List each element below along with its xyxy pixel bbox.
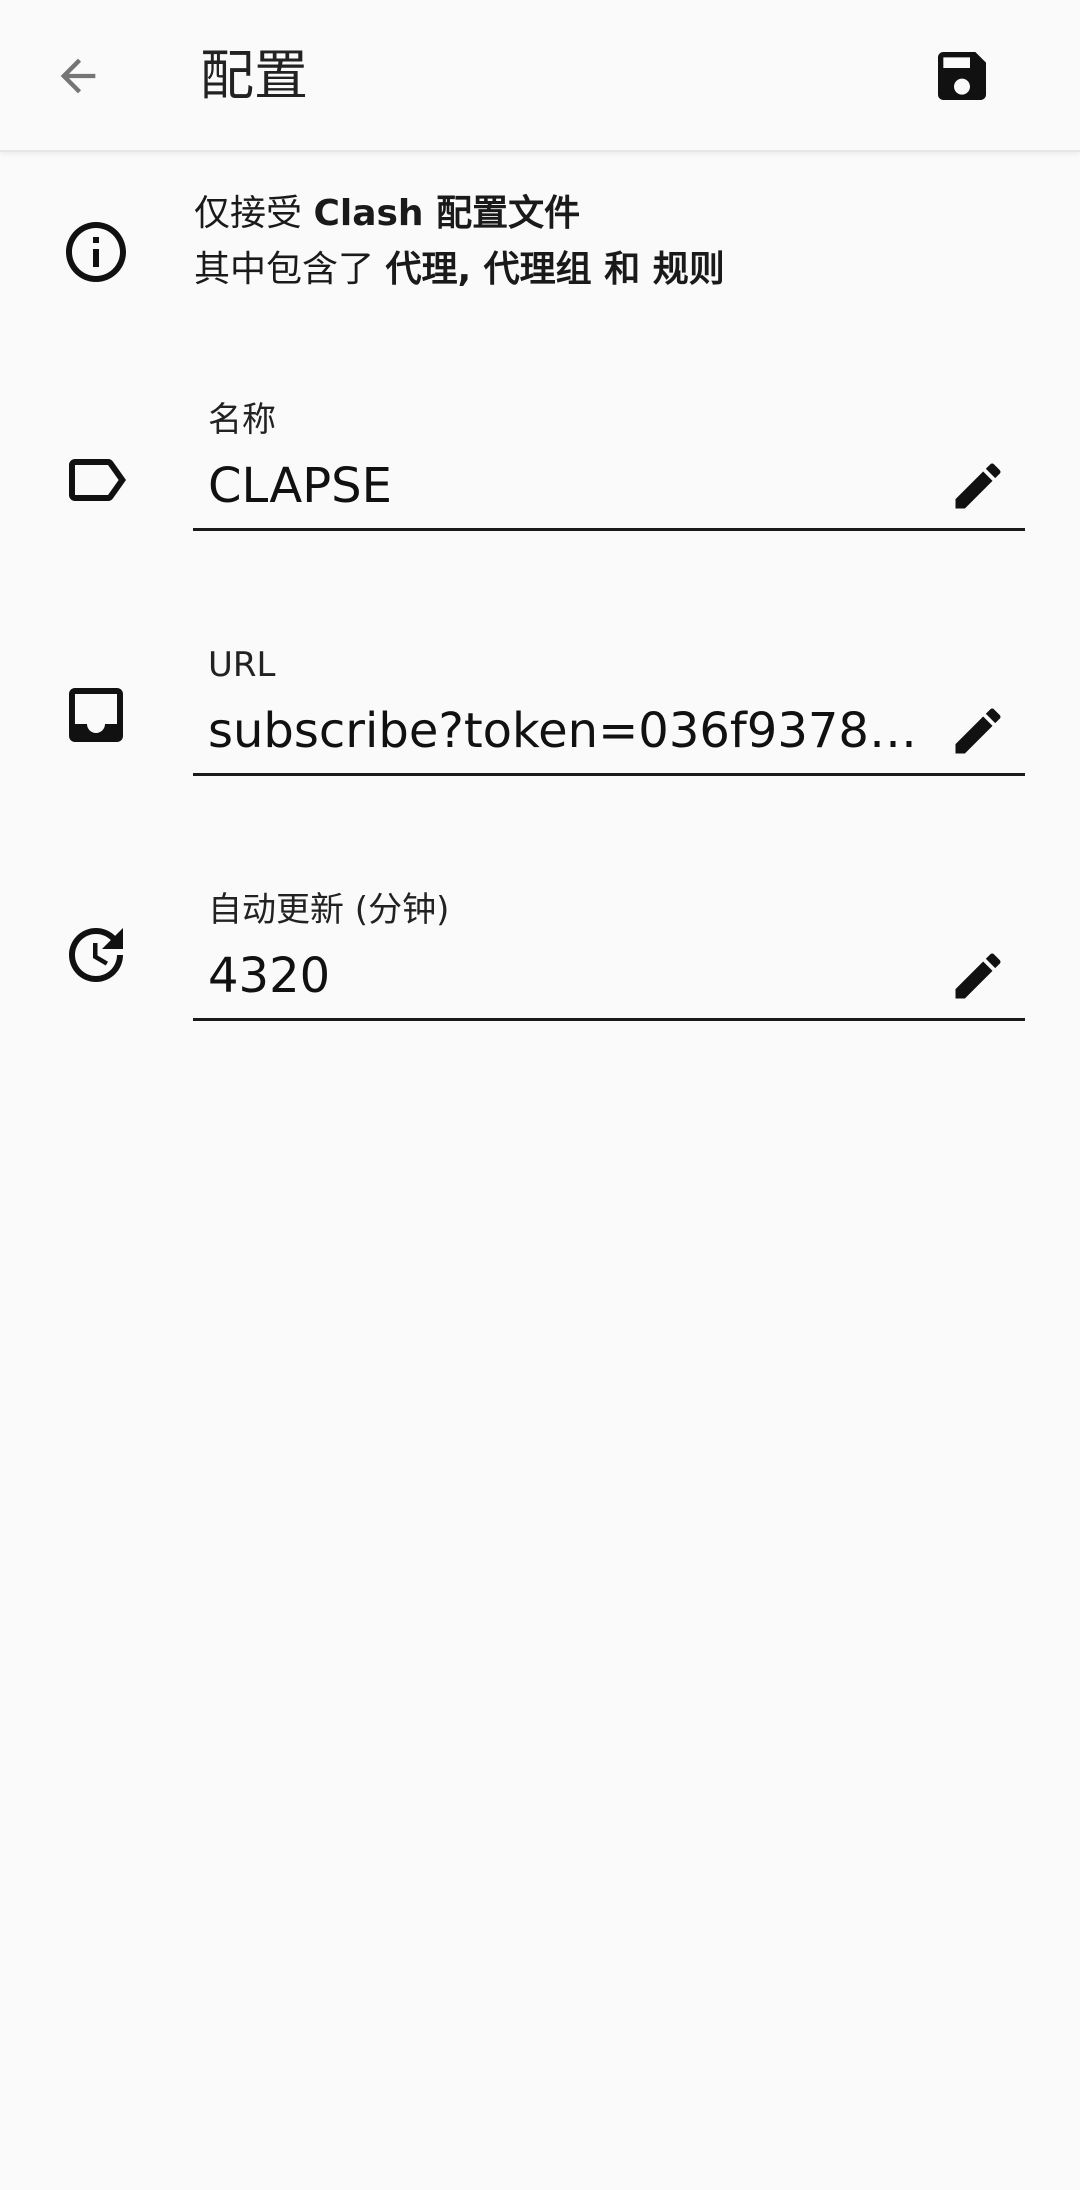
info-line-1-bold: Clash 配置文件 (313, 193, 581, 234)
interval-edit-button[interactable] (942, 940, 1014, 1012)
interval-underline (193, 1018, 1025, 1021)
url-field[interactable]: URL subscribe?token=036f9378635… (0, 643, 1080, 803)
inbox-icon (69, 688, 123, 742)
name-edit-button[interactable] (942, 450, 1014, 522)
info-line-1-prefix: 仅接受 (194, 193, 314, 234)
name-value[interactable]: CLAPSE (208, 454, 946, 518)
info-line-2: 其中包含了 代理, 代理组 和 规则 (194, 242, 725, 298)
info-notice: 仅接受 Clash 配置文件 其中包含了 代理, 代理组 和 规则 (0, 186, 1080, 316)
update-clock-icon (69, 928, 123, 982)
name-field[interactable]: 名称 CLAPSE (0, 398, 1080, 558)
info-text: 仅接受 Clash 配置文件 其中包含了 代理, 代理组 和 规则 (194, 186, 725, 298)
page-title: 配置 (200, 44, 308, 107)
save-button[interactable] (922, 36, 1002, 116)
url-edit-button[interactable] (942, 695, 1014, 767)
edit-icon (955, 953, 1001, 999)
info-line-2-bold-2: 规则 (652, 249, 725, 290)
interval-value[interactable]: 4320 (208, 944, 946, 1008)
info-line-2-mid: 和 (591, 249, 653, 290)
app-bar: 配置 (0, 0, 1080, 152)
save-icon (938, 52, 986, 100)
edit-icon (955, 708, 1001, 754)
name-underline (193, 528, 1025, 531)
info-line-1: 仅接受 Clash 配置文件 (194, 186, 725, 242)
info-line-2-bold-1: 代理, 代理组 (385, 249, 592, 290)
arrow-back-icon (60, 58, 96, 94)
url-label: URL (208, 645, 276, 685)
name-label: 名称 (208, 400, 276, 440)
interval-label: 自动更新 (分钟) (208, 890, 450, 930)
interval-field[interactable]: 自动更新 (分钟) 4320 (0, 888, 1080, 1048)
info-icon (66, 222, 126, 282)
info-line-2-prefix: 其中包含了 (194, 249, 386, 290)
back-button[interactable] (38, 36, 118, 116)
label-icon (69, 459, 126, 501)
url-underline (193, 773, 1025, 776)
edit-icon (955, 463, 1001, 509)
url-value[interactable]: subscribe?token=036f9378635… (208, 699, 946, 763)
